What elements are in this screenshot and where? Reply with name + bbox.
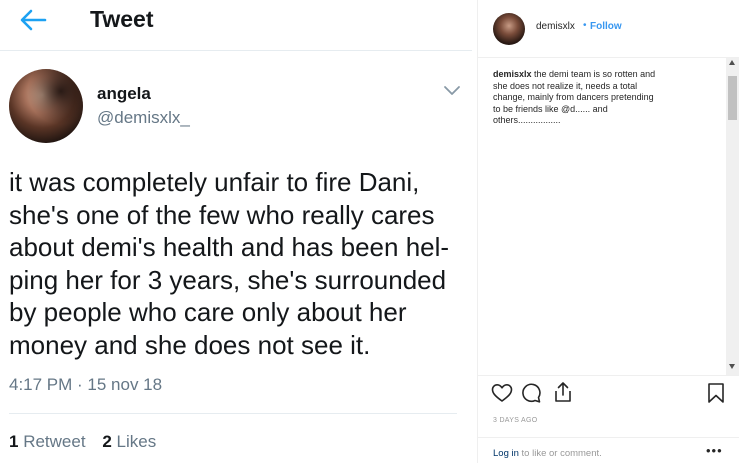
likes-count: 2 [102, 432, 112, 451]
author-name[interactable]: angela [97, 84, 151, 104]
likes-label: Likes [116, 432, 157, 451]
tweet-panel: Tweet angela @demisxlx_ it was completel… [0, 0, 472, 463]
more-options-button[interactable]: ••• [706, 443, 723, 458]
tweet-menu-button[interactable] [443, 84, 461, 98]
page-title: Tweet [90, 6, 154, 32]
save-button[interactable] [707, 382, 725, 404]
comment-button[interactable] [520, 383, 542, 403]
tweet-timestamp[interactable]: 4:17 PM · 15 nov 18 [9, 375, 162, 395]
tweet-header: Tweet [0, 0, 472, 46]
ig-actions-divider [478, 375, 739, 376]
bookmark-icon [708, 383, 724, 403]
tweet-text: it was completely unfair to fire Dani, s… [9, 167, 450, 360]
instagram-panel: demisxlx • Follow demisxlx the demi team… [477, 0, 739, 463]
share-button[interactable] [552, 381, 574, 403]
login-prompt: Log in to like or comment. [493, 448, 602, 459]
ig-username[interactable]: demisxlx [536, 21, 575, 32]
chevron-down-icon [444, 86, 460, 95]
share-icon [555, 382, 571, 402]
back-arrow-icon [20, 9, 47, 31]
author-handle[interactable]: @demisxlx_ [97, 108, 190, 128]
ig-bottom-divider [478, 437, 739, 438]
retweets-label: Retweet [23, 432, 86, 451]
retweets-stat[interactable]: 1 Retweet [9, 432, 86, 451]
header-divider [0, 50, 472, 51]
ig-post-header: demisxlx • Follow [478, 0, 739, 55]
post-date[interactable]: 3 DAYS AGO [493, 417, 538, 424]
likes-stat[interactable]: 2 Likes [102, 432, 156, 451]
tweet-stats: 1 Retweet 2 Likes [9, 432, 168, 452]
meta-divider [9, 413, 457, 414]
ig-caption: demisxlx the demi team is so rotten and … [493, 69, 713, 127]
back-button[interactable] [18, 7, 48, 33]
comment-icon [522, 383, 541, 403]
caption-scrollbar[interactable] [726, 58, 739, 375]
caption-username[interactable]: demisxlx [493, 69, 532, 79]
ig-header-divider [478, 57, 739, 58]
retweets-count: 1 [9, 432, 19, 451]
scroll-down-icon[interactable] [729, 364, 735, 369]
scroll-thumb[interactable] [728, 76, 737, 120]
follow-button[interactable]: Follow [590, 21, 622, 32]
author-avatar[interactable] [9, 69, 83, 143]
avatar[interactable] [493, 13, 525, 45]
like-button[interactable] [491, 383, 513, 403]
heart-icon [491, 384, 513, 402]
login-link[interactable]: Log in [493, 448, 519, 459]
login-rest: to like or comment. [518, 448, 602, 459]
scroll-up-icon[interactable] [729, 60, 735, 65]
separator-dot: • [583, 20, 587, 31]
